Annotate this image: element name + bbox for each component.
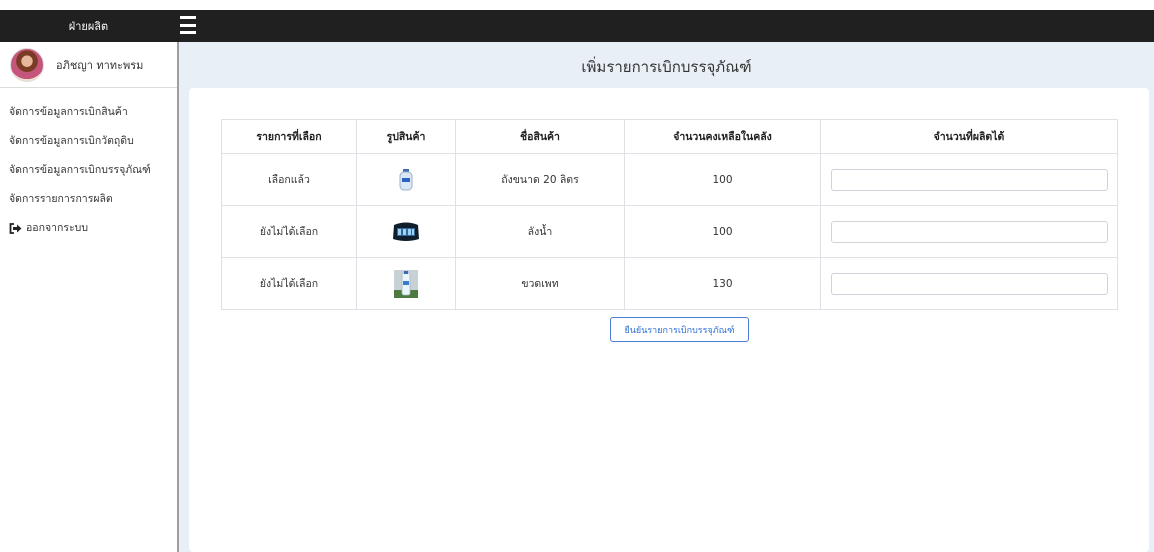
- table-row: เลือกแล้ว ถังขนาด 20 ลิตร 100: [221, 153, 1118, 206]
- user-panel: อภิชญา ทาทะพรม: [0, 42, 177, 88]
- table-header-row: รายการที่เลือก รูปสินค้า ชื่อสินค้า จำนว…: [221, 119, 1118, 154]
- image-cell: [356, 257, 456, 310]
- header-image: รูปสินค้า: [356, 119, 456, 154]
- sidebar-nav: จัดการข้อมูลการเบิกสินค้า จัดการข้อมูลกา…: [0, 88, 177, 243]
- header-produced: จำนวนที่ผลิตได้: [820, 119, 1118, 154]
- page-title: เพิ่มรายการเบิกบรรจุภัณฑ์: [581, 58, 752, 76]
- produced-quantity-input[interactable]: [830, 220, 1108, 243]
- sidebar-item-logout[interactable]: ออกจากระบบ: [0, 214, 177, 243]
- produced-cell: [820, 205, 1118, 258]
- top-bar: ฝ่ายผลิต: [0, 10, 1154, 42]
- image-cell: [356, 205, 456, 258]
- sidebar: อภิชญา ทาทะพรม จัดการข้อมูลการเบิกสินค้า…: [0, 42, 179, 552]
- content-card: รายการที่เลือก รูปสินค้า ชื่อสินค้า จำนว…: [189, 88, 1149, 552]
- produced-quantity-input[interactable]: [830, 168, 1108, 191]
- status-cell[interactable]: ยังไม่ได้เลือก: [221, 205, 357, 258]
- header-selected: รายการที่เลือก: [221, 119, 357, 154]
- sidebar-item-withdraw-products[interactable]: จัดการข้อมูลการเบิกสินค้า: [0, 98, 177, 127]
- header-stock: จำนวนคงเหลือในคลัง: [624, 119, 821, 154]
- name-cell: ลังน้ำ: [455, 205, 625, 258]
- produced-cell: [820, 257, 1118, 310]
- stock-cell: 100: [624, 205, 821, 258]
- name-cell: ถังขนาด 20 ลิตร: [455, 153, 625, 206]
- sidebar-item-withdraw-packaging[interactable]: จัดการข้อมูลการเบิกบรรจุภัณฑ์: [0, 156, 177, 185]
- produced-cell: [820, 153, 1118, 206]
- name-cell: ขวดเพท: [455, 257, 625, 310]
- sidebar-item-withdraw-materials[interactable]: จัดการข้อมูลการเบิกวัตถุดิบ: [0, 127, 177, 156]
- avatar: [10, 47, 44, 82]
- pet-bottle-image: [394, 269, 418, 298]
- table-row: ยังไม่ได้เลือก ลังน้ำ 100: [221, 205, 1118, 258]
- confirm-withdraw-button[interactable]: ยืนยันรายการเบิกบรรจุภัณฑ์: [610, 317, 749, 342]
- water-tank-image: [399, 168, 413, 190]
- sign-out-icon: [9, 223, 22, 234]
- brand-title: ฝ่ายผลิต: [68, 20, 109, 33]
- packaging-table: รายการที่เลือก รูปสินค้า ชื่อสินค้า จำนว…: [221, 119, 1118, 310]
- header-name: ชื่อสินค้า: [455, 119, 625, 154]
- status-cell[interactable]: เลือกแล้ว: [221, 153, 357, 206]
- produced-quantity-input[interactable]: [830, 272, 1108, 295]
- table-row: ยังไม่ได้เลือก ขวดเพท 130: [221, 257, 1118, 310]
- bottle-crate-image: [393, 222, 419, 241]
- stock-cell: 100: [624, 153, 821, 206]
- main-content: เพิ่มรายการเบิกบรรจุภัณฑ์ รายการที่เลือก…: [179, 42, 1154, 552]
- user-name: อภิชญา ทาทะพรม: [56, 58, 144, 72]
- sidebar-item-production-list[interactable]: จัดการรายการการผลิต: [0, 185, 177, 214]
- logout-label: ออกจากระบบ: [26, 222, 88, 234]
- image-cell: [356, 153, 456, 206]
- stock-cell: 130: [624, 257, 821, 310]
- hamburger-icon[interactable]: [180, 16, 196, 34]
- status-cell[interactable]: ยังไม่ได้เลือก: [221, 257, 357, 310]
